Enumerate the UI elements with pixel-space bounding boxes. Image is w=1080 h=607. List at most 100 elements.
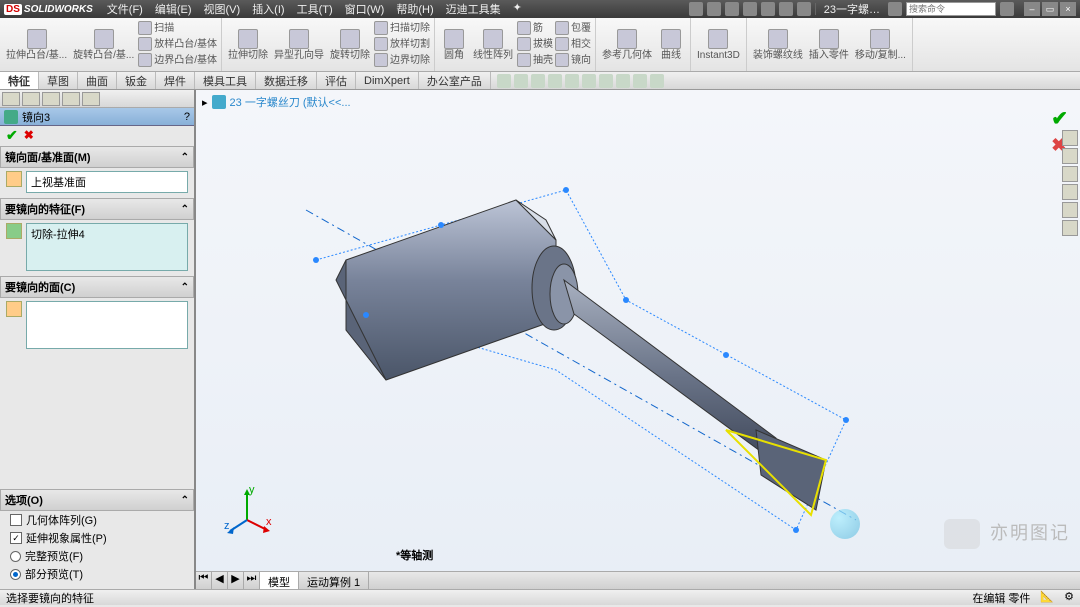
- menu-window[interactable]: 窗口(W): [339, 0, 391, 19]
- mirror-button[interactable]: 镜向: [555, 52, 591, 68]
- status-units-icon[interactable]: 📐: [1040, 590, 1054, 606]
- tab-nav-prev[interactable]: ◀: [212, 572, 228, 589]
- linear-pattern-button[interactable]: 线性阵列: [471, 20, 515, 69]
- tab-dimxpert[interactable]: DimXpert: [356, 72, 419, 89]
- restore-button[interactable]: ▭: [1042, 2, 1058, 16]
- confirm-ok-button[interactable]: ✔: [1051, 106, 1068, 131]
- sweep-cut-button[interactable]: 扫描切除: [374, 20, 430, 36]
- boundary-cut-button[interactable]: 边界切除: [374, 52, 430, 68]
- minimize-button[interactable]: –: [1024, 2, 1040, 16]
- tab-surface[interactable]: 曲面: [78, 72, 117, 89]
- tab-sketch[interactable]: 草图: [39, 72, 78, 89]
- rib-button[interactable]: 筋: [517, 20, 553, 36]
- menu-insert[interactable]: 插入(I): [246, 0, 290, 19]
- section-view-icon[interactable]: [548, 74, 562, 88]
- curves-button[interactable]: 曲线: [656, 20, 686, 69]
- option-geom-pattern[interactable]: 几何体阵列(G): [0, 511, 194, 529]
- new-icon[interactable]: [689, 2, 703, 16]
- boundary-button[interactable]: 边界凸台/基体: [138, 52, 217, 68]
- menu-view[interactable]: 视图(V): [198, 0, 247, 19]
- tree-expand-icon[interactable]: ▸: [202, 96, 208, 109]
- tab-evaluate[interactable]: 评估: [317, 72, 356, 89]
- cut-revolve-button[interactable]: 旋转切除: [328, 20, 372, 69]
- tab-feature[interactable]: 特征: [0, 72, 39, 89]
- print-icon[interactable]: [743, 2, 757, 16]
- taskpane-lib-icon[interactable]: [1062, 148, 1078, 164]
- menu-edit[interactable]: 编辑(E): [149, 0, 198, 19]
- tab-sheetmetal[interactable]: 钣金: [117, 72, 156, 89]
- tab-weldment[interactable]: 焊件: [156, 72, 195, 89]
- save-icon[interactable]: [725, 2, 739, 16]
- open-icon[interactable]: [707, 2, 721, 16]
- tab-model[interactable]: 模型: [260, 572, 299, 589]
- faces-input[interactable]: [26, 301, 188, 349]
- option-partial-preview[interactable]: 部分预览(T): [0, 565, 194, 583]
- cancel-button[interactable]: ✖: [24, 128, 34, 142]
- menu-tools[interactable]: 工具(T): [291, 0, 339, 19]
- move-copy-button[interactable]: 移动/复制...: [853, 20, 908, 69]
- search-icon[interactable]: [888, 2, 902, 16]
- tab-motion-study[interactable]: 运动算例 1: [299, 572, 369, 589]
- features-input[interactable]: 切除-拉伸4: [26, 223, 188, 271]
- tab-nav-first[interactable]: ⏮: [196, 572, 212, 589]
- zoom-area-icon[interactable]: [514, 74, 528, 88]
- status-custom-icon[interactable]: ⚙: [1064, 590, 1074, 606]
- tab-mold[interactable]: 模具工具: [195, 72, 256, 89]
- loft-button[interactable]: 放样凸台/基体: [138, 36, 217, 52]
- hole-wizard-button[interactable]: 异型孔向导: [272, 20, 326, 69]
- search-input[interactable]: [906, 2, 996, 16]
- fillet-button[interactable]: 圆角: [439, 20, 469, 69]
- taskpane-view-icon[interactable]: [1062, 184, 1078, 200]
- tab-datamig[interactable]: 数据迁移: [256, 72, 317, 89]
- sweep-button[interactable]: 扫描: [138, 20, 217, 36]
- hide-show-icon[interactable]: [599, 74, 613, 88]
- ok-button[interactable]: ✔: [6, 127, 18, 144]
- view-triad[interactable]: y x z: [222, 485, 272, 535]
- taskpane-appearance-icon[interactable]: [1062, 202, 1078, 218]
- graphics-viewport[interactable]: ▸ 23 一字螺丝刀 (默认<<... ✔ ✖: [196, 90, 1080, 589]
- option-full-preview[interactable]: 完整预览(F): [0, 547, 194, 565]
- shell-button[interactable]: 抽壳: [517, 52, 553, 68]
- help-icon[interactable]: [1000, 2, 1014, 16]
- loft-cut-button[interactable]: 放样切割: [374, 36, 430, 52]
- pm-tab-dim[interactable]: [62, 92, 80, 106]
- pm-tab-display[interactable]: [82, 92, 100, 106]
- view-orient-icon[interactable]: [565, 74, 579, 88]
- draft-button[interactable]: 拔模: [517, 36, 553, 52]
- appearance-icon[interactable]: [616, 74, 630, 88]
- cut-extrude-button[interactable]: 拉伸切除: [226, 20, 270, 69]
- revolve-boss-button[interactable]: 旋转凸台/基...: [71, 20, 136, 69]
- section-features[interactable]: 要镜向的特征(F) ⌃: [0, 198, 194, 220]
- option-propagate-visual[interactable]: 延伸视象属性(P): [0, 529, 194, 547]
- intersect-button[interactable]: 相交: [555, 36, 591, 52]
- pm-help-icon[interactable]: ?: [184, 111, 190, 123]
- insert-part-button[interactable]: 插入零件: [807, 20, 851, 69]
- section-mirror-plane[interactable]: 镜向面/基准面(M) ⌃: [0, 146, 194, 168]
- wrap-button[interactable]: 包覆: [555, 20, 591, 36]
- section-options[interactable]: 选项(O) ⌃: [0, 489, 194, 511]
- mirror-plane-input[interactable]: 上视基准面: [26, 171, 188, 193]
- section-faces[interactable]: 要镜向的面(C) ⌃: [0, 276, 194, 298]
- rebuild-icon[interactable]: [779, 2, 793, 16]
- zoom-fit-icon[interactable]: [497, 74, 511, 88]
- prev-view-icon[interactable]: [531, 74, 545, 88]
- pm-tab-config[interactable]: [42, 92, 60, 106]
- taskpane-home-icon[interactable]: [1062, 130, 1078, 146]
- view-settings-icon[interactable]: [650, 74, 664, 88]
- thread-button[interactable]: 装饰螺纹线: [751, 20, 805, 69]
- tab-nav-last[interactable]: ⏭: [244, 572, 260, 589]
- pm-tab-featuretree[interactable]: [2, 92, 20, 106]
- scene-icon[interactable]: [633, 74, 647, 88]
- tab-nav-next[interactable]: ▶: [228, 572, 244, 589]
- flyout-tree[interactable]: ▸ 23 一字螺丝刀 (默认<<...: [202, 94, 351, 110]
- taskpane-explorer-icon[interactable]: [1062, 166, 1078, 182]
- extrude-boss-button[interactable]: 拉伸凸台/基...: [4, 20, 69, 69]
- instant3d-button[interactable]: Instant3D: [695, 20, 742, 69]
- tab-office[interactable]: 办公室产品: [419, 72, 491, 89]
- menu-maidi[interactable]: 迈迪工具集: [440, 0, 507, 19]
- menu-help[interactable]: 帮助(H): [390, 0, 439, 19]
- ref-geom-button[interactable]: 参考几何体: [600, 20, 654, 69]
- undo-icon[interactable]: [761, 2, 775, 16]
- options-icon[interactable]: [797, 2, 811, 16]
- taskpane-custom-icon[interactable]: [1062, 220, 1078, 236]
